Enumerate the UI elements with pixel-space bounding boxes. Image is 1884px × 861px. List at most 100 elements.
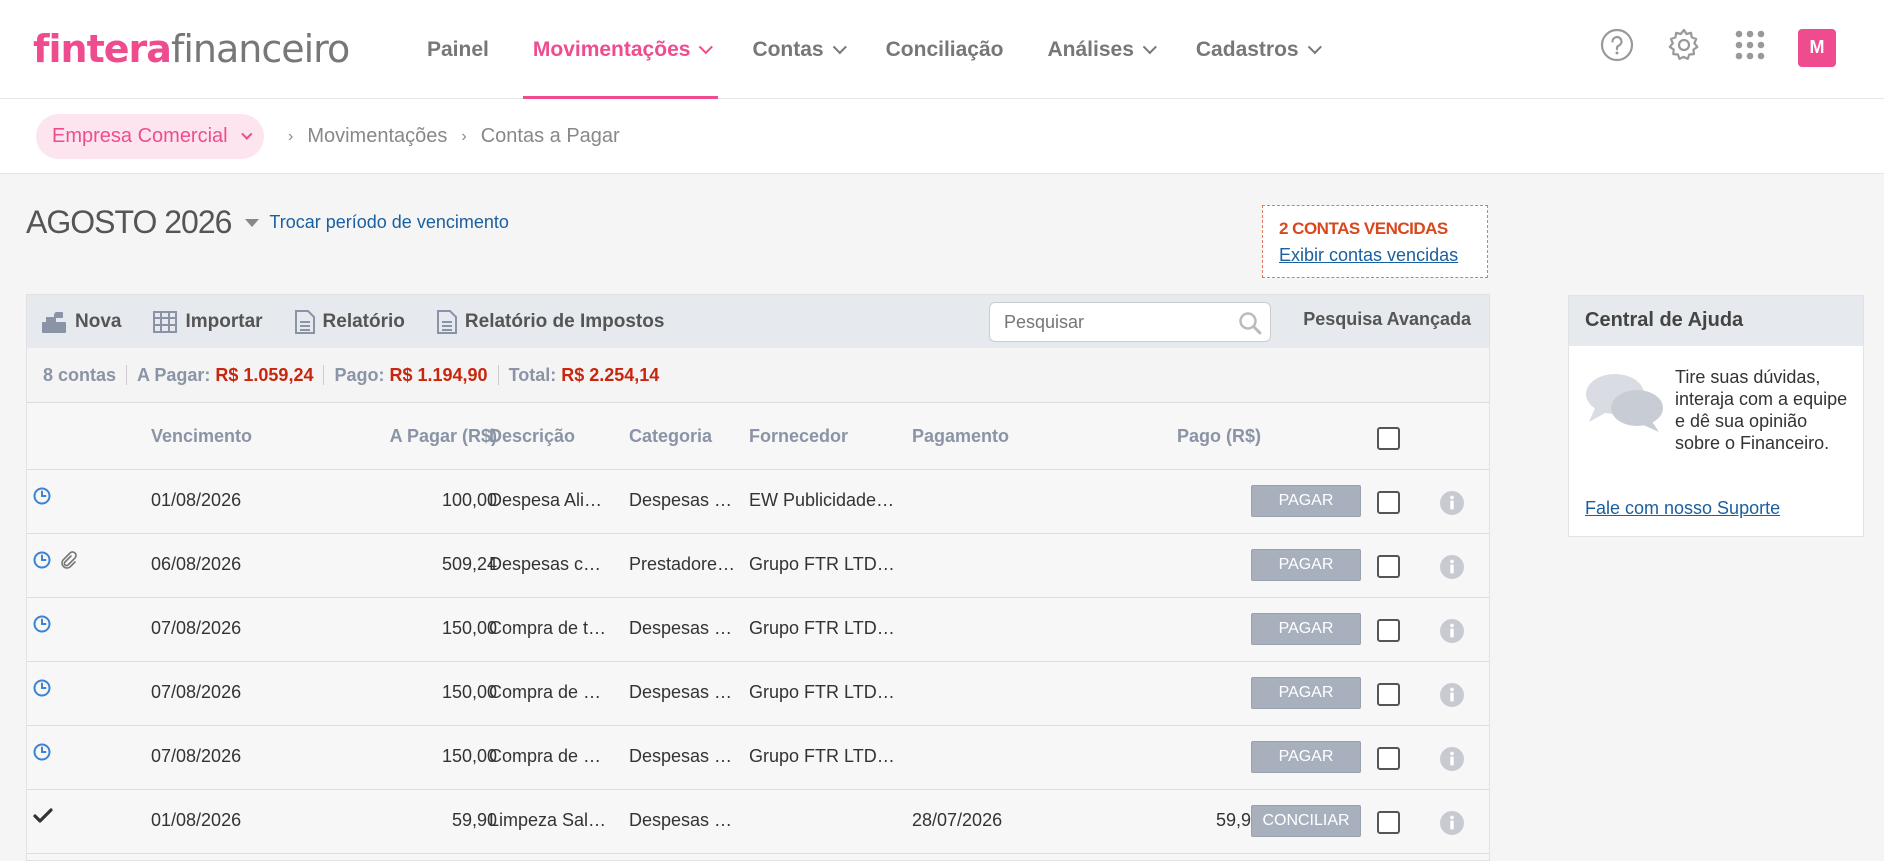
nav-item-label: Painel	[427, 37, 489, 61]
header-category[interactable]: Categoria	[629, 426, 712, 447]
paid-label: Pago:	[334, 364, 385, 385]
info-icon[interactable]	[1439, 746, 1465, 777]
change-period-link[interactable]: Trocar período de vencimento	[269, 212, 508, 233]
reconcile-button[interactable]: CONCILIAR	[1251, 805, 1361, 837]
row-checkbox[interactable]	[1377, 491, 1400, 514]
help-icon[interactable]	[1600, 28, 1634, 67]
info-icon[interactable]	[1439, 554, 1465, 585]
report-button[interactable]: Relatório	[294, 309, 405, 334]
info-icon[interactable]	[1439, 618, 1465, 649]
paperclip-icon[interactable]	[59, 551, 77, 574]
header-due[interactable]: Vencimento	[151, 426, 252, 447]
table-row[interactable]: 07/08/2026 150,00 Compra de … Despesas … Gru…	[27, 662, 1489, 726]
cell-amount: 100,00	[441, 490, 497, 510]
table-row[interactable]: 01/08/2026 59,90 Limpeza Sal… Despesas … 28/…	[27, 790, 1489, 854]
table-row[interactable]: 06/08/2026 509,24 Despesas c… Prestadore… Gr…	[27, 534, 1489, 598]
nav-item-2[interactable]: Contas	[730, 0, 863, 99]
cell-amount: 509,24	[441, 554, 497, 574]
nav-item-3[interactable]: Conciliação	[864, 0, 1026, 99]
breadcrumb-separator-icon: ›	[461, 127, 467, 145]
show-overdue-link[interactable]: Exibir contas vencidas	[1279, 245, 1471, 266]
search-input[interactable]	[990, 303, 1220, 341]
caret-down-icon[interactable]	[245, 218, 260, 227]
chevron-down-icon	[1142, 39, 1157, 54]
row-status	[33, 551, 77, 574]
cell-category: Despesas …	[629, 618, 733, 638]
clock-icon	[33, 487, 51, 510]
gear-icon[interactable]	[1666, 27, 1702, 68]
table-icon	[153, 310, 178, 333]
support-link[interactable]: Fale com nosso Suporte	[1585, 498, 1780, 519]
chat-bubbles-icon	[1586, 374, 1663, 432]
row-status	[33, 743, 51, 766]
search-icon[interactable]	[1238, 311, 1262, 335]
cell-amount: 150,00	[441, 618, 497, 638]
header-supplier[interactable]: Fornecedor	[749, 426, 848, 447]
breadcrumb-movimentacoes[interactable]: Movimentações	[307, 125, 447, 148]
cell-due: 07/08/2026	[151, 746, 242, 766]
cell-amount: 150,00	[441, 682, 497, 702]
help-description: Tire suas dúvidas, interaja com a equipe…	[1675, 367, 1848, 453]
row-checkbox[interactable]	[1377, 555, 1400, 578]
cell-category: Despesas …	[629, 490, 733, 510]
total-value: R$ 2.254,14	[561, 364, 660, 385]
info-icon[interactable]	[1439, 682, 1465, 713]
header-description[interactable]: Descrição	[489, 426, 575, 447]
header-paid[interactable]: Pago (R$)	[1087, 426, 1261, 447]
table-row[interactable]: 07/08/2026 150,00 Compra de t… Despesas … Gr…	[27, 598, 1489, 662]
apps-grid-icon[interactable]	[1734, 29, 1766, 66]
nav-item-4[interactable]: Análises	[1026, 0, 1174, 99]
select-all-checkbox[interactable]	[1377, 427, 1400, 450]
header-amount[interactable]: A Pagar (R$)	[297, 426, 497, 447]
nav-item-label: Contas	[752, 37, 824, 61]
top-navbar: finterafinanceiro Painel Movimentações Con…	[0, 0, 1884, 99]
row-status	[33, 679, 51, 702]
company-name: Empresa Comercial	[52, 125, 228, 147]
cell-supplier: Grupo FTR LTD…	[749, 554, 895, 574]
info-icon[interactable]	[1439, 810, 1465, 841]
new-button[interactable]: Nova	[41, 310, 121, 334]
cell-due: 06/08/2026	[151, 554, 242, 574]
chevron-down-icon	[832, 39, 847, 54]
advanced-search-link[interactable]: Pesquisa Avançada	[1303, 309, 1471, 330]
pay-button[interactable]: PAGAR	[1251, 741, 1361, 773]
table-row[interactable]: 01/08/2026 100,00 Despesa Ali… Despesas … EW…	[27, 470, 1489, 534]
import-button[interactable]: Importar	[153, 310, 263, 333]
cell-due: 01/08/2026	[151, 810, 242, 830]
header-payment[interactable]: Pagamento	[912, 426, 1009, 447]
nav-item-5[interactable]: Cadastros	[1174, 0, 1339, 99]
row-checkbox[interactable]	[1377, 619, 1400, 642]
pay-button[interactable]: PAGAR	[1251, 613, 1361, 645]
cell-due: 07/08/2026	[151, 618, 242, 638]
nav-item-1[interactable]: Movimentações	[511, 0, 731, 99]
table-body: 01/08/2026 100,00 Despesa Ali… Despesas … EW…	[27, 470, 1489, 854]
brand-logo[interactable]: finterafinanceiro	[33, 26, 350, 72]
total-label: Total:	[508, 364, 557, 385]
tax-report-button[interactable]: Relatório de Impostos	[436, 309, 665, 334]
row-checkbox[interactable]	[1377, 747, 1400, 770]
row-checkbox[interactable]	[1377, 683, 1400, 706]
cell-category: Despesas …	[629, 746, 733, 766]
table-row[interactable]: 07/08/2026 150,00 Compra de … Despesas … Gru…	[27, 726, 1489, 790]
info-icon[interactable]	[1439, 490, 1465, 521]
main-nav: Painel Movimentações Contas Conciliação Anál…	[405, 0, 1339, 99]
cell-due: 07/08/2026	[151, 682, 242, 702]
nav-item-label: Conciliação	[885, 37, 1004, 61]
brand-name-part2: financeiro	[170, 27, 350, 71]
clock-icon	[33, 551, 51, 574]
tax-report-label: Relatório de Impostos	[464, 310, 665, 332]
nav-item-0[interactable]: Painel	[405, 0, 511, 99]
bills-panel: Nova Importar Relatório Relatório de Imp…	[26, 294, 1490, 861]
to-pay-label: A Pagar:	[137, 364, 211, 385]
cell-due: 01/08/2026	[151, 490, 242, 510]
row-checkbox[interactable]	[1377, 811, 1400, 834]
user-avatar[interactable]: M	[1798, 28, 1836, 67]
summary-bar: 8 contas A Pagar: R$ 1.059,24 Pago: R$ 1.1…	[27, 348, 1489, 403]
pay-button[interactable]: PAGAR	[1251, 549, 1361, 581]
help-center-panel: Central de Ajuda Tire suas dúvidas, inte…	[1568, 295, 1864, 537]
pay-button[interactable]: PAGAR	[1251, 677, 1361, 709]
document-icon	[294, 309, 315, 334]
to-pay-value: R$ 1.059,24	[215, 364, 314, 385]
pay-button[interactable]: PAGAR	[1251, 485, 1361, 517]
company-selector[interactable]: Empresa Comercial	[36, 114, 264, 159]
